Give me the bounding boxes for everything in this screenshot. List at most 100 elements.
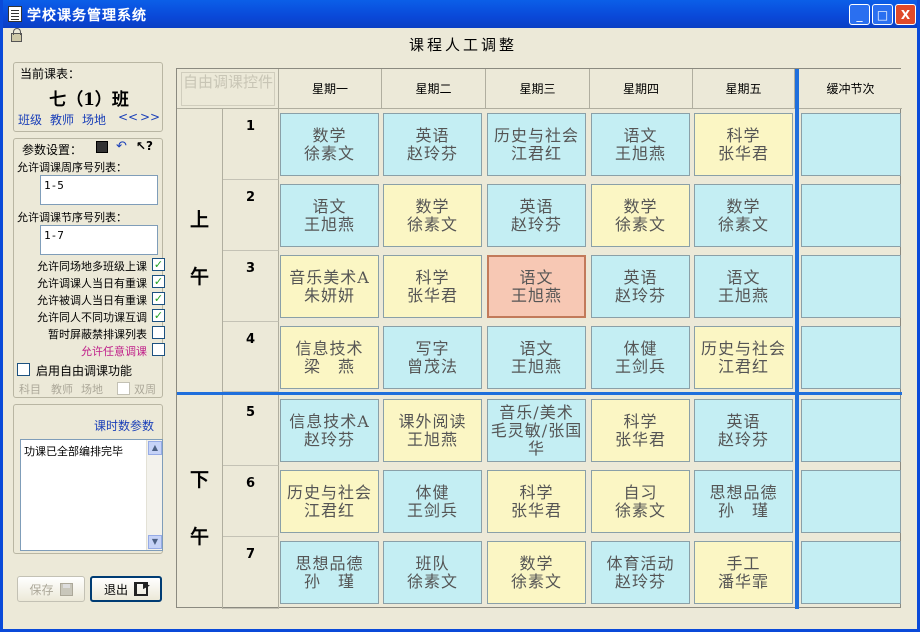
buffer-cell[interactable] (801, 113, 901, 176)
app-icon (8, 6, 22, 22)
status-memo[interactable]: 功课已全部编排完毕 ▲ ▼ (20, 439, 163, 551)
cell-teacher: 王剑兵 (614, 356, 666, 376)
buffer-header: 缓冲节次 (799, 69, 902, 109)
free-move-checkbox[interactable] (17, 363, 30, 376)
prev-button[interactable]: << (118, 110, 138, 124)
cell-subject: 数学 (519, 553, 554, 573)
buffer-cell[interactable] (801, 399, 901, 462)
link-venue[interactable]: 场地 (82, 111, 106, 128)
schedule-cell[interactable]: 历史与社会 江君红 (280, 470, 379, 533)
schedule-cell[interactable]: 班队 徐素文 (383, 541, 482, 604)
option-checkbox[interactable]: ✓ (152, 258, 165, 271)
option-swap-subjects[interactable]: 允许同人不同功课互调 ✓ (17, 308, 167, 324)
params-group: 参数设置： ↶ ↖? 允许调课周序号列表： 1-5 允许调课节序号列表： 1-7… (13, 138, 165, 398)
schedule-cell[interactable]: 英语 赵玲芬 (694, 399, 793, 462)
cell-subject: 科学 (519, 482, 554, 502)
cell-teacher: 徐素文 (406, 571, 458, 591)
schedule-cell[interactable]: 信息技术梁 燕 (280, 326, 379, 389)
title-bar[interactable]: 学校课务管理系统 _ □ X (3, 0, 917, 28)
cell-subject: 班队 (415, 553, 450, 573)
minimize-button[interactable]: _ (849, 4, 870, 25)
schedule-cell[interactable]: 思想品德孙 瑾 (280, 541, 379, 604)
option-same-venue[interactable]: 允许同场地多班级上课 ✓ (17, 257, 167, 273)
schedule-cell[interactable]: 信息技术A 赵玲芬 (280, 399, 379, 462)
schedule-cell[interactable]: 音乐/美术 毛灵敏/张国华 (487, 399, 586, 462)
free-move-control[interactable]: 自由调课控件 (181, 72, 275, 106)
close-button[interactable]: X (895, 4, 916, 25)
schedule-cell[interactable]: 历史与社会 江君红 (694, 326, 793, 389)
cell-subject: 课外阅读 (398, 411, 467, 431)
buffer-cell[interactable] (801, 184, 901, 247)
option-mask-forbidden[interactable]: 暂时屏蔽禁排课列表 (17, 325, 167, 341)
cell-teacher: 潘华霏 (717, 571, 769, 591)
schedule-cell[interactable]: 课外阅读 王旭燕 (383, 399, 482, 462)
option-checkbox[interactable]: ✓ (152, 309, 165, 322)
schedule-cell[interactable]: 体健 王剑兵 (383, 470, 482, 533)
scroll-up-icon[interactable]: ▲ (148, 441, 162, 455)
schedule-cell[interactable]: 语文 王旭燕 (694, 255, 793, 318)
biweek-checkbox[interactable] (117, 382, 130, 395)
schedule-cell[interactable]: 数学 徐素文 (280, 113, 379, 176)
option-checkbox[interactable]: ✓ (152, 292, 165, 305)
buffer-cell[interactable] (801, 255, 901, 318)
cell-teacher: 赵玲芬 (614, 571, 666, 591)
schedule-cell[interactable]: 自习 徐素文 (591, 470, 690, 533)
cell-teacher: 朱妍妍 (303, 285, 355, 305)
schedule-cell[interactable]: 思想品德孙 瑾 (694, 470, 793, 533)
lock-icon[interactable] (11, 28, 22, 42)
schedule-cell[interactable]: 语文 王旭燕 (280, 184, 379, 247)
schedule-cell[interactable]: 英语 赵玲芬 (591, 255, 690, 318)
link-teacher[interactable]: 教师 (50, 111, 74, 128)
buffer-cell[interactable] (801, 470, 901, 533)
exit-button[interactable]: 退出 (90, 576, 162, 602)
buffer-cell[interactable] (801, 326, 901, 389)
schedule-cell[interactable]: 语文 王旭燕 (487, 326, 586, 389)
save-params-icon[interactable] (96, 141, 108, 153)
schedule-cell[interactable]: 科学 张华君 (487, 470, 586, 533)
schedule-cell[interactable]: 语文 王旭燕 (487, 255, 586, 318)
free-sub-venue: 场地 (81, 383, 103, 396)
corner-cell: 自由调课控件 (177, 69, 279, 109)
maximize-button[interactable]: □ (872, 4, 893, 25)
undo-icon[interactable]: ↶ (116, 139, 127, 154)
memo-scrollbar[interactable]: ▲ ▼ (146, 440, 162, 550)
period-list-input[interactable]: 1-7 (40, 225, 158, 255)
buffer-cell[interactable] (801, 541, 901, 604)
schedule-cell[interactable]: 科学 张华君 (591, 399, 690, 462)
schedule-cell[interactable]: 数学 徐素文 (487, 541, 586, 604)
schedule-cell[interactable]: 音乐美术A 朱妍妍 (280, 255, 379, 318)
help-icon[interactable]: ↖? (136, 139, 153, 153)
schedule-cell[interactable]: 数学 徐素文 (694, 184, 793, 247)
schedule-cell[interactable]: 体健 王剑兵 (591, 326, 690, 389)
schedule-cell[interactable]: 数学 徐素文 (591, 184, 690, 247)
option-moved-repeat[interactable]: 允许被调人当日有重课 ✓ (17, 291, 167, 307)
scroll-down-icon[interactable]: ▼ (148, 535, 162, 549)
next-button[interactable]: >> (140, 110, 160, 124)
schedule-cell[interactable]: 手工 潘华霏 (694, 541, 793, 604)
schedule-cell[interactable]: 语文 王旭燕 (591, 113, 690, 176)
floppy-icon (59, 582, 73, 596)
week-list-input[interactable]: 1-5 (40, 175, 158, 205)
cell-subject: 体健 (415, 482, 450, 502)
schedule-cell[interactable]: 科学 张华君 (383, 255, 482, 318)
schedule-cell[interactable]: 英语 赵玲芬 (383, 113, 482, 176)
link-class[interactable]: 班级 (18, 111, 42, 128)
schedule-cell[interactable]: 科学 张华君 (694, 113, 793, 176)
cell-subject: 语文 (726, 267, 761, 287)
cell-teacher: 徐素文 (406, 214, 458, 234)
option-mover-repeat[interactable]: 允许调课人当日有重课 ✓ (17, 274, 167, 290)
option-checkbox[interactable]: ✓ (152, 275, 165, 288)
noon-divider (177, 392, 902, 395)
option-any-swap[interactable]: 允许任意调课 (17, 342, 167, 358)
save-button[interactable]: 保存 (17, 576, 85, 602)
schedule-cell[interactable]: 英语 赵玲芬 (487, 184, 586, 247)
schedule-cell[interactable]: 写字 曾茂法 (383, 326, 482, 389)
schedule-cell[interactable]: 体育活动 赵玲芬 (591, 541, 690, 604)
schedule-cell[interactable]: 数学 徐素文 (383, 184, 482, 247)
cell-teacher: 曾茂法 (406, 356, 458, 376)
cell-subject: 数学 (623, 196, 658, 216)
schedule-cell[interactable]: 历史与社会 江君红 (487, 113, 586, 176)
option-checkbox[interactable] (152, 326, 165, 339)
option-label: 允许被调人当日有重课 (37, 294, 147, 307)
option-checkbox[interactable] (152, 343, 165, 356)
